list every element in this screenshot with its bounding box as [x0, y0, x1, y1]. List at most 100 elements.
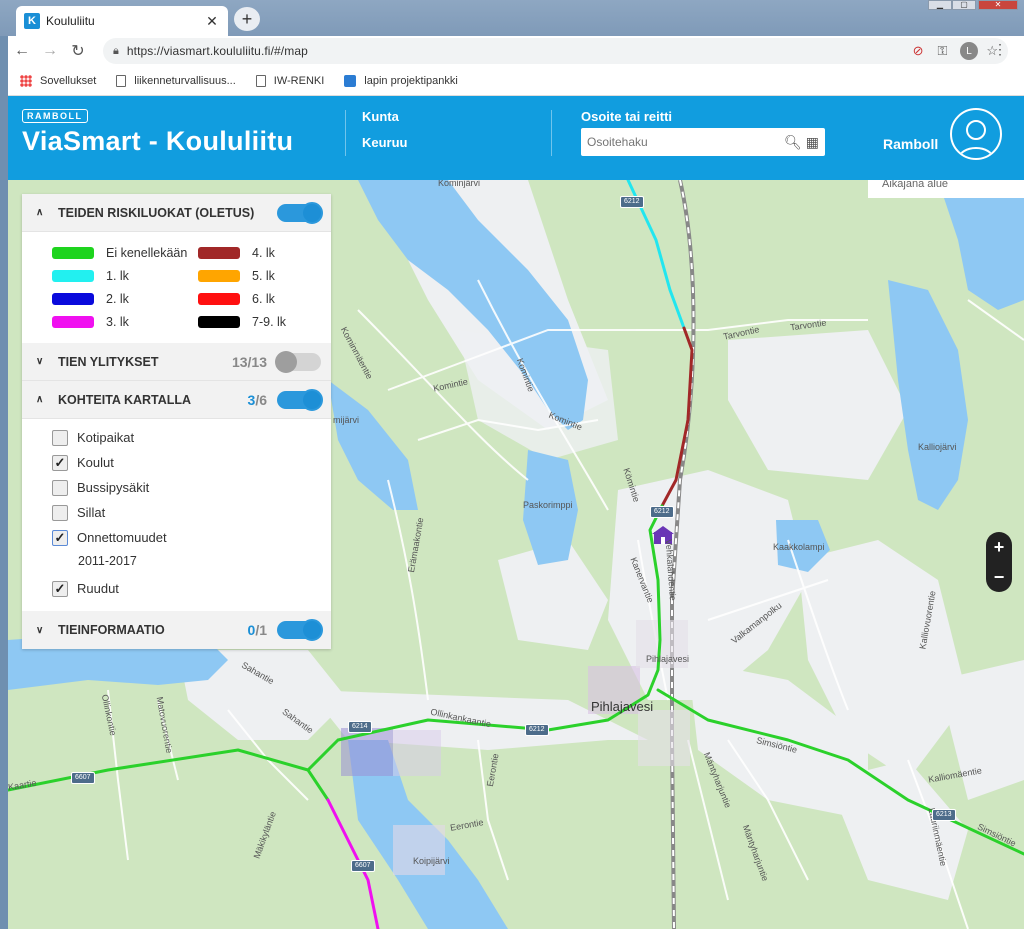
- bookmark-liikenneturvallisuus[interactable]: liikenneturvallisuus...: [116, 74, 236, 87]
- maximize-button[interactable]: ▢: [952, 0, 976, 10]
- tab-favicon-icon: K: [24, 13, 40, 29]
- legend-label: 5. lk: [252, 269, 275, 283]
- bookmark-lapin-projektipankki[interactable]: lapin projektipankki: [344, 74, 458, 87]
- menu-dots-icon[interactable]: ⋮: [993, 41, 1007, 58]
- municipality-value[interactable]: Keuruu: [362, 135, 408, 150]
- legend-swatch: [198, 293, 240, 305]
- bookmark-favicon-icon: [344, 74, 357, 87]
- legend-item: Ei kenellekään: [52, 244, 198, 262]
- forward-icon[interactable]: →: [36, 42, 64, 60]
- map-label: mijärvi: [333, 415, 359, 425]
- app-header: RAMBOLL ViaSmart - Koululiitu Kunta Keur…: [8, 96, 1024, 180]
- legend-item: 5. lk: [198, 267, 318, 285]
- checkbox-label: Onnettomuudet: [77, 530, 167, 545]
- chevron-down-icon[interactable]: ∨: [36, 625, 50, 636]
- map-label: Kaakkolampi: [773, 542, 825, 552]
- road-info-header[interactable]: ∨ TIEINFORMAATIO 0/1: [22, 611, 331, 649]
- target-item-ruudut[interactable]: ✓ Ruudut: [52, 576, 331, 601]
- legend-label: 3. lk: [106, 315, 129, 329]
- address-search-input[interactable]: [587, 135, 780, 149]
- tab-close-icon[interactable]: ✕: [204, 13, 220, 30]
- search-icon[interactable]: 🔍︎: [784, 134, 802, 151]
- target-item-onnettomuudet[interactable]: ✓ Onnettomuudet: [52, 525, 331, 550]
- legend-item: 7-9. lk: [198, 313, 318, 331]
- apps-grid-icon: [20, 74, 32, 87]
- browser-toolbar: ← → ↻ 🔒︎ https://viasmart.koululiitu.fi/…: [8, 36, 1024, 66]
- road-info-count: 0/1: [248, 622, 267, 638]
- map-canvas[interactable]: Kominjärvi Tarvontie Tarvontie Kominmäen…: [8, 180, 1024, 929]
- route-map-icon[interactable]: ▦: [806, 134, 819, 151]
- reload-icon[interactable]: ↻: [64, 41, 92, 61]
- toggle-knob: [301, 619, 323, 641]
- road-crossings-header[interactable]: ∨ TIEN YLITYKSET 13/13: [22, 343, 331, 381]
- address-bar[interactable]: 🔒︎ https://viasmart.koululiitu.fi/#/map …: [103, 38, 1008, 64]
- route-shield: 6607: [351, 860, 375, 872]
- checkbox[interactable]: [52, 479, 68, 496]
- new-tab-button[interactable]: +: [234, 7, 260, 31]
- legend-swatch: [198, 316, 240, 328]
- road-crossings-toggle[interactable]: [275, 350, 321, 373]
- minimize-button[interactable]: ▁: [928, 0, 952, 10]
- route-shield: 6212: [620, 196, 644, 208]
- target-item-sillat[interactable]: Sillat: [52, 500, 331, 525]
- layers-panel: ∧ TEIDEN RISKILUOKAT (OLETUS) Ei kenelle…: [22, 194, 331, 649]
- targets-count-total: /6: [255, 391, 267, 408]
- brand-name: Ramboll: [883, 136, 939, 152]
- target-item-bussipysakit[interactable]: Bussipysäkit: [52, 475, 331, 500]
- legend-swatch: [52, 293, 94, 305]
- checkbox[interactable]: [52, 429, 68, 446]
- toggle-knob: [301, 388, 323, 411]
- app-title[interactable]: ViaSmart - Koululiitu: [22, 126, 293, 157]
- blocked-popup-icon[interactable]: ⊘: [913, 43, 924, 59]
- legend-label: 1. lk: [106, 269, 129, 283]
- user-avatar-icon[interactable]: [950, 108, 1002, 160]
- window-close-button[interactable]: ✕: [978, 0, 1018, 10]
- crossings-count: 13/13: [231, 353, 267, 370]
- legend-swatch: [52, 247, 94, 259]
- bookmark-label: liikenneturvallisuus...: [134, 74, 236, 87]
- checkbox-label: Sillat: [77, 505, 106, 520]
- back-icon[interactable]: ←: [8, 42, 36, 60]
- checkbox[interactable]: [52, 504, 68, 521]
- chevron-up-icon[interactable]: ∧: [36, 394, 50, 405]
- tab-title: Koululiitu: [46, 14, 95, 28]
- risk-classes-header[interactable]: ∧ TEIDEN RISKILUOKAT (OLETUS): [22, 194, 331, 232]
- page-icon: [116, 74, 127, 87]
- risk-legend: Ei kenellekään 4. lk 1. lk 5. lk 2. lk 6…: [22, 232, 331, 343]
- checkbox-checked[interactable]: ✓: [52, 580, 68, 597]
- map-place-name: Pihlajavesi: [591, 699, 654, 714]
- checkbox-checked[interactable]: ✓: [52, 454, 68, 471]
- checkbox-label: Ruudut: [77, 581, 119, 596]
- map-label: Pihlajavesi: [646, 654, 690, 664]
- route-shield: 6212: [650, 506, 674, 518]
- legend-swatch: [198, 247, 240, 259]
- key-icon[interactable]: ⚿: [938, 43, 948, 59]
- chevron-down-icon[interactable]: ∨: [36, 356, 50, 367]
- legend-item: 6. lk: [198, 290, 318, 308]
- browser-tab[interactable]: K Koululiitu ✕: [16, 6, 228, 36]
- map-label: Koipijärvi: [413, 856, 450, 866]
- road-info-toggle[interactable]: [277, 619, 323, 641]
- map-targets-toggle[interactable]: [277, 388, 323, 411]
- risk-classes-toggle[interactable]: [277, 201, 323, 224]
- checkbox-checked[interactable]: ✓: [52, 529, 68, 546]
- profile-avatar[interactable]: L: [960, 42, 978, 60]
- chevron-up-icon[interactable]: ∧: [36, 207, 50, 218]
- bookmark-iw-renki[interactable]: IW-RENKI: [255, 74, 324, 87]
- route-shield: 6212: [525, 724, 549, 736]
- zoom-out-button[interactable]: −: [994, 567, 1005, 588]
- toggle-knob: [301, 201, 323, 224]
- legend-label: 2. lk: [106, 292, 129, 306]
- legend-label: Ei kenellekään: [106, 246, 188, 260]
- bookmark-apps[interactable]: Sovellukset: [20, 74, 96, 87]
- legend-label: 4. lk: [252, 246, 275, 260]
- map-targets-header[interactable]: ∧ KOHTEITA KARTALLA 3/6: [22, 381, 331, 419]
- checkbox-label: Bussipysäkit: [77, 480, 150, 495]
- address-search-field[interactable]: 🔍︎ ▦: [581, 128, 825, 156]
- zoom-in-button[interactable]: +: [994, 537, 1005, 558]
- target-item-koulut[interactable]: ✓ Koulut: [52, 450, 331, 475]
- target-item-kotipaikat[interactable]: Kotipaikat: [52, 425, 331, 450]
- legend-swatch: [198, 270, 240, 282]
- legend-swatch: [52, 270, 94, 282]
- window-titlebar: K Koululiitu ✕ + ▁ ▢ ✕: [0, 0, 1024, 36]
